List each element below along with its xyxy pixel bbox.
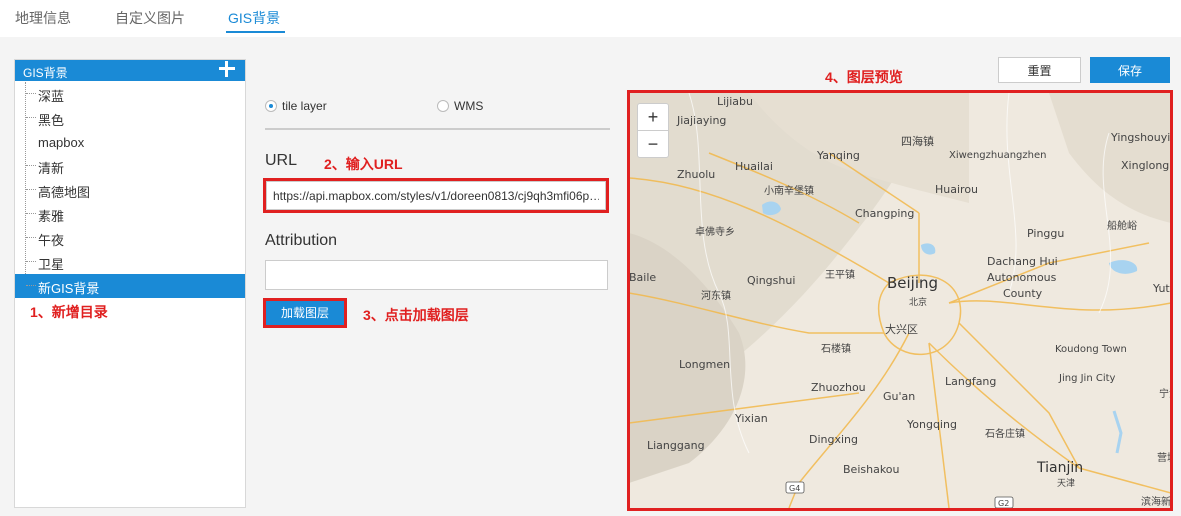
attribution-label: Attribution: [265, 232, 338, 249]
url-input[interactable]: [266, 181, 606, 210]
zoom-out-button[interactable]: −: [638, 131, 668, 157]
tree-item-label: mapbox: [38, 135, 85, 150]
tree-item-deep-blue[interactable]: 深蓝: [15, 82, 245, 106]
gis-tree-panel: GIS背景 深蓝 黑色 mapbox 清新 高德地图 素雅 午夜 卫星 新GIS…: [14, 59, 246, 508]
attribution-input[interactable]: [265, 260, 608, 290]
save-button[interactable]: 保存: [1090, 57, 1170, 83]
form-divider: [265, 128, 610, 130]
tab-custom-image[interactable]: 自定义图片: [115, 8, 185, 28]
tree-item-label: 清新: [38, 161, 65, 176]
url-label: URL: [265, 152, 298, 169]
annotation-step3: 3、点击加载图层: [363, 307, 469, 323]
tree-item-label: 深蓝: [38, 89, 65, 104]
map-zoom-control: + −: [637, 103, 669, 158]
top-tabs: 地理信息 自定义图片 GIS背景: [0, 0, 1181, 36]
tree-item-mapbox[interactable]: mapbox: [15, 131, 245, 155]
radio-tile-label: tile layer: [282, 99, 327, 113]
tree-item-black[interactable]: 黑色: [15, 106, 245, 130]
load-layer-button[interactable]: 加载图层: [266, 301, 344, 325]
tree-item-satellite[interactable]: 卫星: [15, 250, 245, 274]
tree-item-label: 卫星: [38, 257, 65, 272]
tab-geo-info[interactable]: 地理信息: [15, 8, 71, 28]
tree-item-new-gis-background[interactable]: 新GIS背景: [15, 274, 245, 298]
tree-header: GIS背景: [15, 60, 245, 81]
zoom-in-button[interactable]: +: [638, 104, 668, 130]
annotation-step1: 1、新增目录: [30, 304, 108, 320]
radio-circle: [437, 100, 449, 112]
tree-item-amap[interactable]: 高德地图: [15, 178, 245, 202]
tree-item-label: 午夜: [38, 233, 65, 248]
map-highlight-frame: [627, 90, 1173, 511]
radio-wms-label: WMS: [454, 99, 484, 113]
tree-item-label: 素雅: [38, 209, 65, 224]
tree-title: GIS背景: [23, 66, 68, 80]
active-tab-underline: [226, 31, 285, 33]
radio-circle: [265, 100, 277, 112]
tree-item-midnight[interactable]: 午夜: [15, 226, 245, 250]
annotation-step2: 2、输入URL: [324, 156, 403, 172]
reset-button[interactable]: 重置: [998, 57, 1081, 83]
annotation-step4: 4、图层预览: [825, 69, 903, 85]
tree-item-fresh[interactable]: 清新: [15, 154, 245, 178]
tree-item-label: 新GIS背景: [38, 281, 100, 296]
tree-item-label: 高德地图: [38, 185, 91, 200]
tab-gis-background[interactable]: GIS背景: [228, 8, 280, 28]
add-directory-icon[interactable]: [217, 59, 237, 79]
tree-item-label: 黑色: [38, 113, 65, 128]
tree-item-elegant[interactable]: 素雅: [15, 202, 245, 226]
